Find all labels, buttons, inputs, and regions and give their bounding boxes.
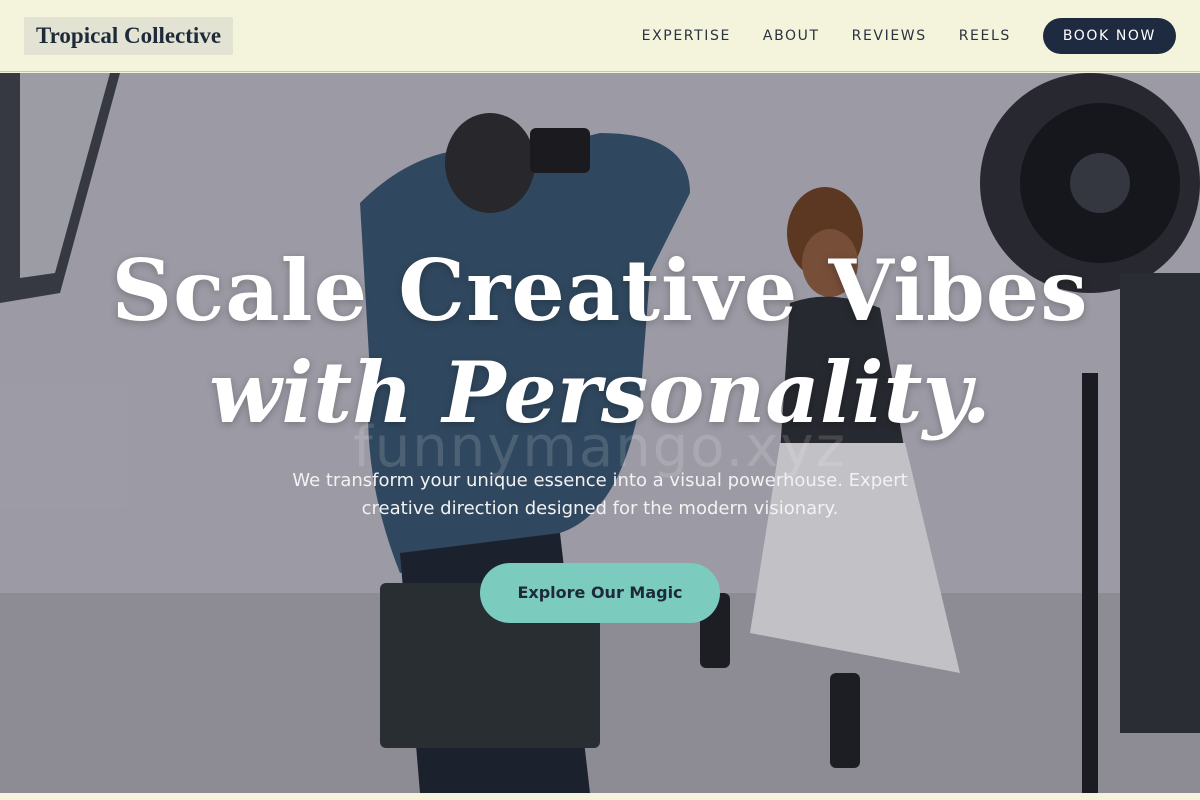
hero-content: funnymango.xyz Scale Creative Vibes with… — [0, 73, 1200, 793]
hero-headline-line-2: with Personality. — [209, 343, 991, 442]
brand-logo[interactable]: Tropical Collective — [24, 16, 234, 55]
nav-link-reels[interactable]: REELS — [959, 28, 1011, 44]
hero-section: funnymango.xyz Scale Creative Vibes with… — [0, 73, 1200, 793]
top-navbar: Tropical Collective EXPERTISE ABOUT REVI… — [0, 0, 1200, 72]
nav-link-about[interactable]: ABOUT — [763, 28, 820, 44]
hero-subtext: We transform your unique essence into a … — [292, 470, 908, 519]
book-now-button[interactable]: BOOK NOW — [1042, 17, 1176, 54]
nav-link-reviews[interactable]: REVIEWS — [852, 28, 927, 44]
explore-magic-button[interactable]: Explore Our Magic — [480, 563, 720, 623]
nav-link-expertise[interactable]: EXPERTISE — [642, 28, 731, 44]
footer-strip — [0, 793, 1200, 800]
hero-headline-line-1: Scale Creative Vibes — [111, 241, 1089, 340]
main-nav: EXPERTISE ABOUT REVIEWS REELS BOOK NOW — [610, 17, 1176, 54]
